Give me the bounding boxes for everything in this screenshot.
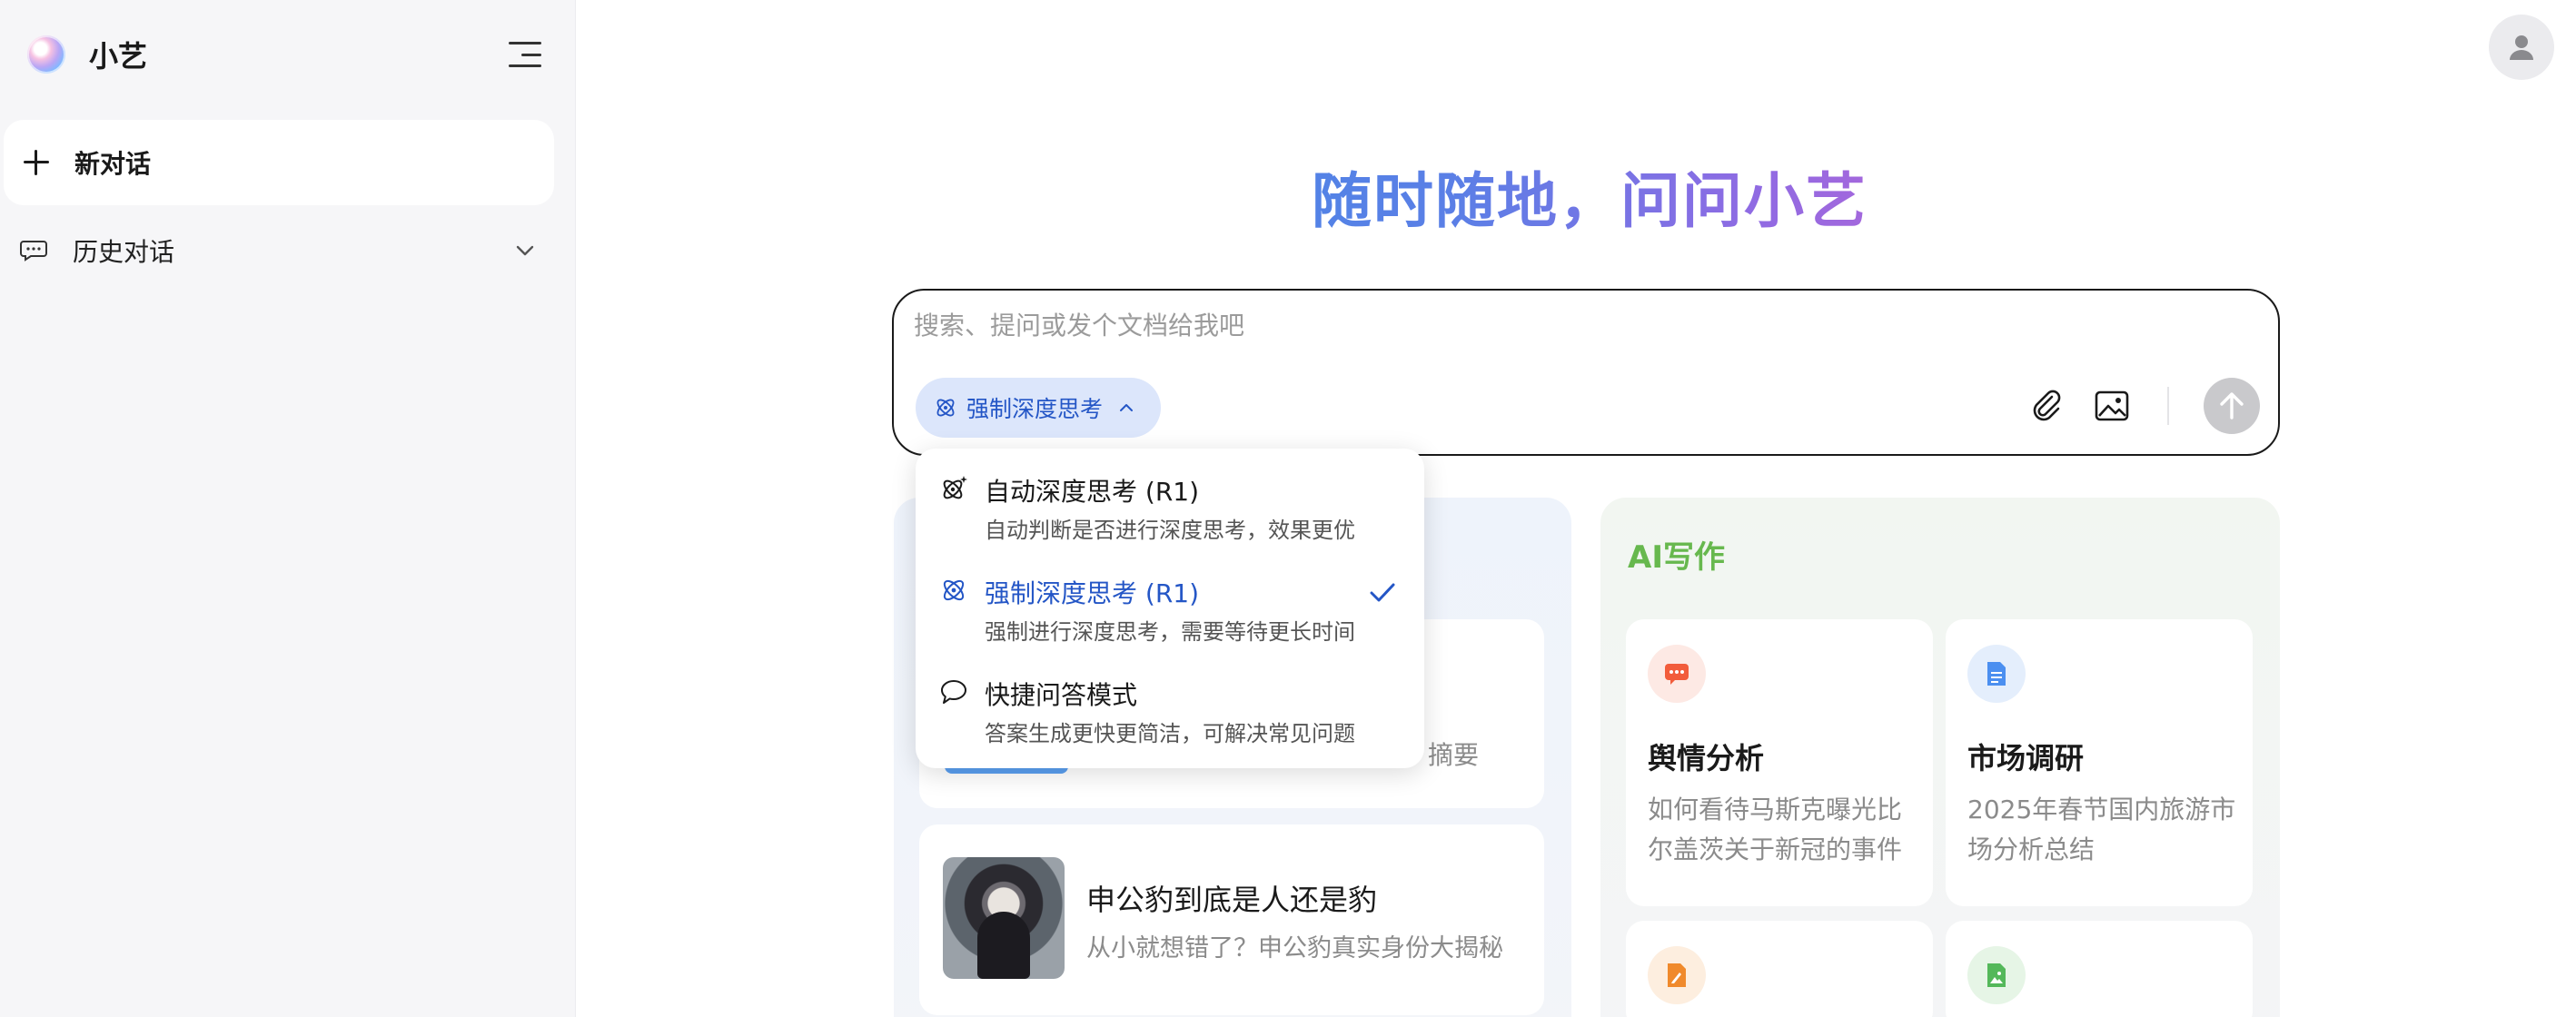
writing-card-market[interactable]: 市场调研 2025年春节国内旅游市场分析总结 <box>1946 619 2253 906</box>
option-description: 答案生成更快更简洁，可解决常见问题 <box>985 721 1355 746</box>
option-title: 快捷问答模式 <box>985 680 1138 710</box>
atom-sparkle-icon <box>943 476 967 499</box>
atom-icon <box>936 399 955 417</box>
option-description: 强制进行深度思考，需要等待更长时间 <box>985 619 1355 645</box>
plus-icon <box>24 150 49 175</box>
toolbar-divider <box>2167 387 2169 425</box>
history-label: 历史对话 <box>73 237 175 267</box>
arrow-up-icon <box>2220 392 2244 420</box>
hero-title: 随时随地，问问小艺 <box>936 153 2244 240</box>
card-subtitle: 从小就想错了？申公豹真实身份大揭秘 <box>1086 934 1503 963</box>
thinking-mode-selector[interactable]: 强制深度思考 <box>916 378 1162 438</box>
writing-card[interactable] <box>1946 921 2253 1017</box>
writing-card-sentiment[interactable]: 舆情分析 如何看待马斯克曝光比尔盖茨关于新冠的事件 <box>1626 619 1933 906</box>
card-thumbnail <box>943 857 1065 979</box>
sidebar: 小艺 新对话 历史对话 <box>0 0 576 1017</box>
brand: 小艺 <box>27 33 147 76</box>
chevron-up-icon <box>1120 404 1134 411</box>
history-chats-toggle[interactable]: 历史对话 <box>20 227 538 274</box>
chat-input[interactable] <box>914 311 2004 341</box>
card-subtitle-tail: 摘要 <box>1428 740 1480 770</box>
collapse-sidebar-icon[interactable] <box>507 38 543 71</box>
image-document-icon <box>1967 946 2026 1004</box>
chat-bubble-icon <box>20 241 47 262</box>
option-description: 自动判断是否进行深度思考，效果更优 <box>985 518 1355 543</box>
document-icon <box>1967 645 2026 703</box>
attachment-icon[interactable] <box>2026 385 2067 427</box>
xiaoyi-logo-icon <box>27 35 65 74</box>
check-icon <box>1370 583 1395 602</box>
option-title: 自动深度思考 (R1) <box>985 477 1200 507</box>
chevron-down-icon <box>516 245 534 256</box>
atom-icon <box>943 579 965 601</box>
panel-title: AI写作 <box>1628 539 1725 576</box>
card-title: 市场调研 <box>1967 741 2085 775</box>
edit-document-icon <box>1648 946 1706 1004</box>
new-chat-button[interactable]: 新对话 <box>4 120 554 205</box>
writing-card[interactable] <box>1626 921 1933 1017</box>
new-chat-label: 新对话 <box>74 149 152 179</box>
chat-input-box: 强制深度思考 <box>892 289 2280 456</box>
mode-option-forced[interactable]: 强制深度思考 (R1) 强制进行深度思考，需要等待更长时间 <box>916 550 1424 652</box>
recommend-card[interactable]: 申公豹到底是人还是豹 从小就想错了？申公豹真实身份大揭秘 <box>919 824 1544 1015</box>
image-upload-icon[interactable] <box>2091 385 2133 427</box>
chat-bubble-icon <box>941 680 966 704</box>
app-name: 小艺 <box>89 39 148 74</box>
card-title: 申公豹到底是人还是豹 <box>1086 883 1378 917</box>
card-subtitle: 2025年春节国内旅游市场分析总结 <box>1967 795 2236 864</box>
card-subtitle: 如何看待马斯克曝光比尔盖茨关于新冠的事件 <box>1648 795 1903 864</box>
user-avatar[interactable] <box>2489 15 2554 80</box>
thinking-mode-dropdown: 自动深度思考 (R1) 自动判断是否进行深度思考，效果更优 强制深度思考 (R1… <box>916 449 1424 768</box>
thinking-mode-label: 强制深度思考 <box>966 396 1104 422</box>
send-button[interactable] <box>2204 378 2260 434</box>
option-title: 强制深度思考 (R1) <box>985 578 1200 608</box>
mode-option-quick[interactable]: 快捷问答模式 答案生成更快更简洁，可解决常见问题 <box>916 652 1424 754</box>
user-icon <box>2510 35 2533 60</box>
ai-writing-panel: AI写作 舆情分析 如何看待马斯克曝光比尔盖茨关于新冠的事件 市场调研 2025… <box>1600 498 2280 1017</box>
card-title: 舆情分析 <box>1648 741 1765 775</box>
mode-option-auto[interactable]: 自动深度思考 (R1) 自动判断是否进行深度思考，效果更优 <box>916 449 1424 550</box>
chat-dots-icon <box>1648 645 1706 703</box>
